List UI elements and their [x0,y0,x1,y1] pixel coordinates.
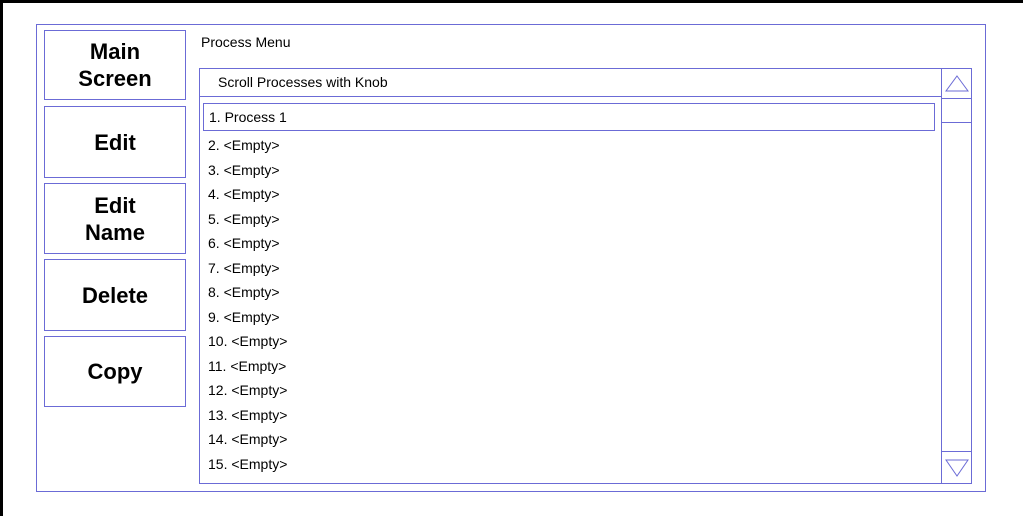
edit-button[interactable]: Edit [44,106,186,178]
edit-button-label: Edit [94,129,136,155]
scroll-thumb[interactable] [942,99,971,123]
scroll-up-button[interactable] [942,69,971,99]
list-item[interactable]: 2. <Empty> [203,133,935,158]
list-item[interactable]: 15. <Empty> [203,452,935,477]
edit-name-button-label: Edit Name [85,192,145,245]
list-item[interactable]: 6. <Empty> [203,231,935,256]
edit-name-button[interactable]: Edit Name [44,183,186,254]
list-item[interactable]: 5. <Empty> [203,207,935,232]
copy-button-label: Copy [87,359,143,384]
triangle-up-icon [945,75,969,92]
list-item[interactable]: 3. <Empty> [203,158,935,183]
list-item[interactable]: 12. <Empty> [203,378,935,403]
delete-button[interactable]: Delete [44,259,186,331]
main-screen-button[interactable]: Main Screen [44,30,186,100]
window-frame-left [0,0,3,516]
copy-button[interactable]: Copy [44,336,186,407]
list-header: Scroll Processes with Knob [200,69,941,97]
list-item-selected[interactable]: 1. Process 1 [203,103,935,131]
list-item[interactable]: 13. <Empty> [203,403,935,428]
scrollbar[interactable] [941,69,971,483]
list-item[interactable]: 10. <Empty> [203,329,935,354]
delete-button-label: Delete [81,282,149,308]
triangle-down-icon [945,459,969,477]
list-item[interactable]: 11. <Empty> [203,354,935,379]
scroll-down-button[interactable] [942,451,971,483]
list-item[interactable]: 9. <Empty> [203,305,935,330]
list-item[interactable]: 8. <Empty> [203,280,935,305]
list-item[interactable]: 14. <Empty> [203,427,935,452]
main-screen-button-label: Main Screen [78,39,152,91]
process-list[interactable]: 1. Process 1 2. <Empty> 3. <Empty> 4. <E… [203,103,935,476]
list-item[interactable]: 7. <Empty> [203,256,935,281]
window-frame-top [0,0,1023,3]
process-list-box[interactable]: Scroll Processes with Knob 1. Process 1 … [199,68,972,484]
list-item[interactable]: 4. <Empty> [203,182,935,207]
process-menu-title: Process Menu [201,34,291,50]
